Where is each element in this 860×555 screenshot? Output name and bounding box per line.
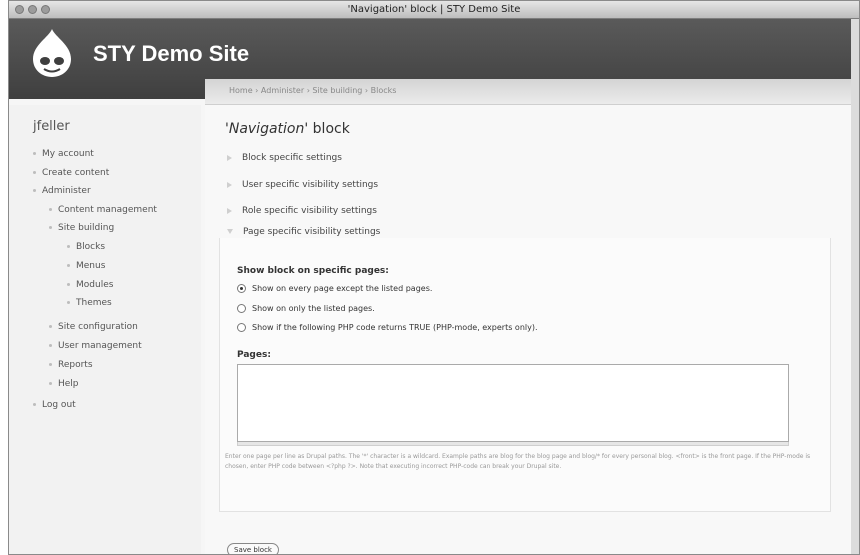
show-block-label: Show block on specific pages: — [237, 266, 389, 276]
bullet-icon — [67, 245, 70, 248]
radio-label: Show if the following PHP code returns T… — [252, 323, 538, 332]
sidebar-item-content-management[interactable]: Content management — [49, 205, 157, 215]
sidebar-item-label: Content management — [58, 205, 157, 215]
bullet-icon — [49, 382, 52, 385]
fieldset-label: User specific visibility settings — [242, 180, 379, 190]
sidebar-item-log-out[interactable]: Log out — [33, 400, 76, 410]
sidebar-item-label: My account — [42, 149, 94, 159]
sidebar-item-label: Log out — [42, 400, 76, 410]
sidebar-item-reports[interactable]: Reports — [49, 360, 93, 370]
collapsed-arrow-icon — [227, 207, 232, 214]
page-title-block-name: 'Navigation' — [225, 121, 309, 137]
radio-option-only-listed[interactable]: Show on only the listed pages. — [237, 304, 375, 313]
sidebar-item-site-building[interactable]: Site building — [49, 223, 114, 233]
sidebar-item-help[interactable]: Help — [49, 379, 79, 389]
window-titlebar: 'Navigation' block | STY Demo Site — [9, 1, 859, 19]
sidebar-item-label: Modules — [76, 280, 114, 290]
fieldset-block-specific-settings[interactable]: Block specific settings — [227, 153, 342, 163]
sidebar-item-administer[interactable]: Administer — [33, 186, 91, 196]
fieldset-page-visibility-settings[interactable]: Page specific visibility settings — [227, 227, 385, 237]
radio-button[interactable] — [237, 323, 246, 332]
site-name-link[interactable]: STY Demo Site — [93, 41, 249, 67]
sidebar-item-blocks[interactable]: Blocks — [67, 242, 105, 252]
sidebar-item-themes[interactable]: Themes — [67, 298, 112, 308]
sidebar-item-my-account[interactable]: My account — [33, 149, 94, 159]
radio-label: Show on every page except the listed pag… — [252, 284, 433, 293]
sidebar: jfeller My account Create content Admini… — [9, 105, 201, 554]
fieldset-role-visibility-settings[interactable]: Role specific visibility settings — [227, 206, 377, 216]
bullet-icon — [33, 152, 36, 155]
collapsed-arrow-icon — [227, 154, 232, 161]
breadcrumb[interactable]: Home › Administer › Site building › Bloc… — [229, 86, 396, 95]
expanded-arrow-icon — [227, 229, 233, 234]
sidebar-item-site-configuration[interactable]: Site configuration — [49, 322, 138, 332]
breadcrumb-bar: Home › Administer › Site building › Bloc… — [205, 79, 851, 105]
main-content: 'Navigation' block Block specific settin… — [205, 105, 851, 554]
sidebar-item-create-content[interactable]: Create content — [33, 168, 109, 178]
sidebar-item-label: User management — [58, 341, 142, 351]
bullet-icon — [33, 189, 36, 192]
pages-help-text: Enter one page per line as Drupal paths.… — [225, 453, 811, 470]
pages-textarea[interactable] — [237, 364, 789, 442]
sidebar-item-label: Themes — [76, 298, 112, 308]
pages-label: Pages: — [237, 350, 271, 360]
page-title-suffix: block — [308, 121, 350, 137]
browser-window: 'Navigation' block | STY Demo Site STY D… — [8, 0, 860, 555]
bullet-icon — [49, 344, 52, 347]
sidebar-item-label: Blocks — [76, 242, 106, 252]
textarea-resize-grip[interactable] — [237, 442, 789, 446]
radio-button[interactable] — [237, 304, 246, 313]
sidebar-item-label: Create content — [42, 168, 110, 178]
sidebar-item-label: Site building — [58, 223, 115, 233]
bullet-icon — [33, 171, 36, 174]
bullet-icon — [67, 264, 70, 267]
sidebar-item-label: Administer — [42, 186, 91, 196]
sidebar-item-menus[interactable]: Menus — [67, 261, 105, 271]
drupal-logo-icon[interactable] — [31, 27, 73, 79]
sidebar-item-label: Menus — [76, 261, 106, 271]
fieldset-label: Role specific visibility settings — [242, 206, 377, 216]
sidebar-item-user-management[interactable]: User management — [49, 341, 142, 351]
fieldset-label: Page specific visibility settings — [243, 227, 381, 237]
radio-label: Show on only the listed pages. — [252, 304, 375, 313]
radio-button-checked[interactable] — [237, 284, 246, 293]
radio-option-php-mode[interactable]: Show if the following PHP code returns T… — [237, 323, 538, 332]
window-title: 'Navigation' block | STY Demo Site — [347, 4, 521, 15]
fieldset-label: Block specific settings — [242, 153, 342, 163]
save-block-button[interactable]: Save block — [227, 543, 279, 554]
bullet-icon — [49, 226, 52, 229]
sidebar-username: jfeller — [33, 119, 70, 134]
bullet-icon — [67, 301, 70, 304]
sidebar-item-modules[interactable]: Modules — [67, 280, 113, 290]
bullet-icon — [49, 363, 52, 366]
collapsed-arrow-icon — [227, 181, 232, 188]
radio-option-except-listed[interactable]: Show on every page except the listed pag… — [237, 284, 432, 293]
bullet-icon — [49, 208, 52, 211]
bullet-icon — [33, 403, 36, 406]
sidebar-item-label: Reports — [58, 360, 93, 370]
bullet-icon — [67, 283, 70, 286]
page-title: 'Navigation' block — [225, 121, 350, 137]
sidebar-item-label: Site configuration — [58, 322, 138, 332]
bullet-icon — [49, 325, 52, 328]
fieldset-user-visibility-settings[interactable]: User specific visibility settings — [227, 180, 378, 190]
sidebar-item-label: Help — [58, 379, 79, 389]
